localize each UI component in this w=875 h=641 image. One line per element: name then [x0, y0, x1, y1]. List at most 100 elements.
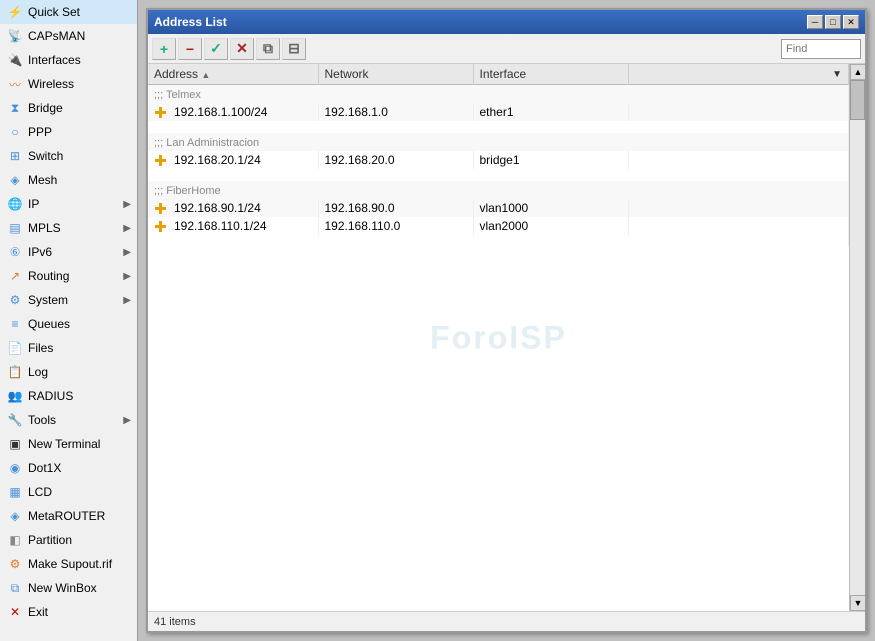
sidebar-item-files[interactable]: 📄 Files — [0, 336, 137, 360]
sidebar-item-lcd[interactable]: ▦ LCD — [0, 480, 137, 504]
table-row[interactable]: 192.168.20.1/24192.168.20.0bridge1 — [148, 151, 849, 169]
table-header: Address ▲ Network Interface ▼ — [148, 64, 849, 85]
scroll-up-button[interactable]: ▲ — [850, 64, 865, 80]
cell-extra — [628, 217, 849, 235]
table-row[interactable]: 192.168.1.100/24192.168.1.0ether1 — [148, 103, 849, 121]
scroll-track[interactable] — [850, 80, 865, 595]
sidebar-item-bridge[interactable]: ⧗ Bridge — [0, 96, 137, 120]
sidebar-label-wireless: Wireless — [28, 77, 74, 91]
cell-network: 192.168.110.0 — [318, 217, 473, 235]
sidebar-label-mesh: Mesh — [28, 173, 57, 187]
sidebar-label-ip: IP — [28, 197, 39, 211]
sidebar-label-tools: Tools — [28, 413, 56, 427]
routing-icon: ↗ — [6, 268, 24, 284]
sidebar-item-ipv6[interactable]: ⑥ IPv6 ▶ — [0, 240, 137, 264]
table-body: ;;; Telmex 192.168.1.100/24192.168.1.0et… — [148, 85, 849, 248]
sidebar-item-interfaces[interactable]: 🔌 Interfaces — [0, 48, 137, 72]
sidebar-item-make-supout[interactable]: ⚙ Make Supout.rif — [0, 552, 137, 576]
sidebar-label-capsman: CAPsMAN — [28, 29, 85, 43]
interfaces-icon: 🔌 — [6, 52, 24, 68]
main-area: Address List ─ □ ✕ +−✓✕⧉⊟ ForoISP Addr — [138, 0, 875, 641]
sidebar-label-bridge: Bridge — [28, 101, 63, 115]
sidebar-item-new-terminal[interactable]: ▣ New Terminal — [0, 432, 137, 456]
spacer-row — [148, 235, 849, 247]
table-scroll-inner[interactable]: ForoISP Address ▲ Network In — [148, 64, 849, 611]
table-row[interactable]: 192.168.90.1/24192.168.90.0vlan1000 — [148, 199, 849, 217]
new-winbox-icon: ⧉ — [6, 580, 24, 596]
cell-extra — [628, 151, 849, 169]
close-button[interactable]: ✕ — [843, 15, 859, 29]
cell-network: 192.168.90.0 — [318, 199, 473, 217]
col-header-interface[interactable]: Interface — [473, 64, 628, 85]
switch-icon: ⊞ — [6, 148, 24, 164]
mesh-icon: ◈ — [6, 172, 24, 188]
address-table: Address ▲ Network Interface ▼ — [148, 64, 849, 247]
toolbar-cross-button[interactable]: ✕ — [230, 38, 254, 60]
sidebar-item-ppp[interactable]: ○ PPP — [0, 120, 137, 144]
col-header-address[interactable]: Address ▲ — [148, 64, 318, 85]
queues-icon: ≡ — [6, 316, 24, 332]
radius-icon: 👥 — [6, 388, 24, 404]
cell-address: 192.168.110.1/24 — [148, 217, 318, 235]
arrow-tools: ▶ — [123, 415, 131, 426]
statusbar: 41 items — [148, 611, 865, 631]
dropdown-arrow[interactable]: ▼ — [832, 69, 842, 80]
scroll-down-button[interactable]: ▼ — [850, 595, 865, 611]
scroll-thumb[interactable] — [850, 80, 865, 120]
sidebar-item-radius[interactable]: 👥 RADIUS — [0, 384, 137, 408]
group-row-2: ;;; FiberHome — [148, 181, 849, 199]
exit-icon: ✕ — [6, 604, 24, 620]
sidebar-item-mpls[interactable]: ▤ MPLS ▶ — [0, 216, 137, 240]
table-scroll-wrapper: ForoISP Address ▲ Network In — [148, 64, 865, 611]
minimize-button[interactable]: ─ — [807, 15, 823, 29]
sidebar-item-wireless[interactable]: 〰 Wireless — [0, 72, 137, 96]
toolbar-filter-button[interactable]: ⊟ — [282, 38, 306, 60]
arrow-ipv6: ▶ — [123, 247, 131, 258]
sidebar-item-new-winbox[interactable]: ⧉ New WinBox — [0, 576, 137, 600]
sidebar-label-system: System — [28, 293, 68, 307]
toolbar-copy-button[interactable]: ⧉ — [256, 38, 280, 60]
sidebar-item-dot1x[interactable]: ◉ Dot1X — [0, 456, 137, 480]
sidebar-label-new-winbox: New WinBox — [28, 581, 97, 595]
toolbar-check-button[interactable]: ✓ — [204, 38, 228, 60]
sidebar-label-ppp: PPP — [28, 125, 52, 139]
arrow-routing: ▶ — [123, 271, 131, 282]
sidebar-item-queues[interactable]: ≡ Queues — [0, 312, 137, 336]
sidebar-item-system[interactable]: ⚙ System ▶ — [0, 288, 137, 312]
sidebar-item-metarouter[interactable]: ◈ MetaROUTER — [0, 504, 137, 528]
window-titlebar: Address List ─ □ ✕ — [148, 10, 865, 34]
dot1x-icon: ◉ — [6, 460, 24, 476]
sidebar-item-capsman[interactable]: 📡 CAPsMAN — [0, 24, 137, 48]
sidebar-item-mesh[interactable]: ◈ Mesh — [0, 168, 137, 192]
sidebar-label-lcd: LCD — [28, 485, 52, 499]
toolbar-remove-button[interactable]: − — [178, 38, 202, 60]
sidebar-label-exit: Exit — [28, 605, 48, 619]
sidebar-label-mpls: MPLS — [28, 221, 61, 235]
sidebar-item-tools[interactable]: 🔧 Tools ▶ — [0, 408, 137, 432]
maximize-button[interactable]: □ — [825, 15, 841, 29]
quick-set-icon: ⚡ — [6, 4, 24, 20]
right-scrollbar: ▲ ▼ — [849, 64, 865, 611]
arrow-system: ▶ — [123, 295, 131, 306]
group-label-1: ;;; Lan Administracion — [148, 133, 849, 151]
sidebar-item-switch[interactable]: ⊞ Switch — [0, 144, 137, 168]
wireless-icon: 〰 — [6, 76, 24, 92]
col-header-network[interactable]: Network — [318, 64, 473, 85]
sidebar-label-routing: Routing — [28, 269, 69, 283]
sidebar-label-radius: RADIUS — [28, 389, 73, 403]
find-input[interactable] — [781, 39, 861, 59]
table-row[interactable]: 192.168.110.1/24192.168.110.0vlan2000 — [148, 217, 849, 235]
cell-address: 192.168.1.100/24 — [148, 103, 318, 121]
sidebar-item-ip[interactable]: 🌐 IP ▶ — [0, 192, 137, 216]
sidebar-item-partition[interactable]: ◧ Partition — [0, 528, 137, 552]
sidebar-item-routing[interactable]: ↗ Routing ▶ — [0, 264, 137, 288]
sidebar-item-exit[interactable]: ✕ Exit — [0, 600, 137, 624]
items-count: 41 items — [154, 616, 196, 628]
files-icon: 📄 — [6, 340, 24, 356]
sidebar-item-quick-set[interactable]: ⚡ Quick Set — [0, 0, 137, 24]
sort-arrow-address: ▲ — [201, 70, 210, 80]
toolbar-add-button[interactable]: + — [152, 38, 176, 60]
sidebar-item-log[interactable]: 📋 Log — [0, 360, 137, 384]
toolbar: +−✓✕⧉⊟ — [148, 34, 865, 64]
sidebar-label-partition: Partition — [28, 533, 72, 547]
